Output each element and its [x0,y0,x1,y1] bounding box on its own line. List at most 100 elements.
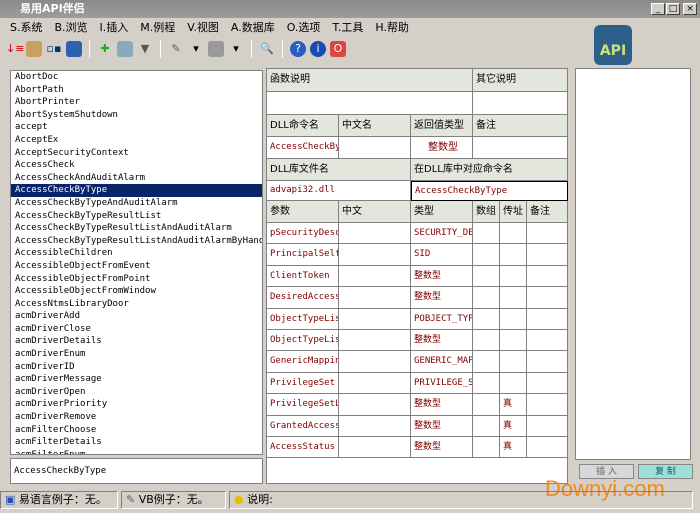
list-item[interactable]: AbortPrinter [11,96,262,109]
dropdown-icon[interactable]: ▾ [228,41,244,57]
param-array[interactable] [473,308,500,330]
other-desc-field[interactable] [473,92,568,115]
dll-cmd-field[interactable]: AccessCheckByType [267,137,339,159]
list-item[interactable]: AcceptSecurityContext [11,147,262,160]
param-cn[interactable] [339,330,411,352]
param-byref[interactable]: 真 [500,437,527,459]
param-note[interactable] [527,330,568,352]
param-type[interactable]: 整数型 [411,330,473,352]
list-item[interactable]: AccessCheckAndAuditAlarm [11,172,262,185]
param-type[interactable]: 整数型 [411,287,473,309]
param-byref[interactable] [500,223,527,245]
filter-icon[interactable]: ▼ [137,41,153,57]
param-note[interactable] [527,265,568,288]
param-cn[interactable] [339,244,411,266]
list-item[interactable]: AccessNtmsLibraryDoor [11,298,262,311]
info-icon[interactable]: i [310,41,326,57]
pattern-icon[interactable] [208,41,224,57]
param-note[interactable] [527,415,568,437]
list-item[interactable]: AccessCheckByType [11,184,262,197]
list-item[interactable]: acmDriverID [11,361,262,374]
param-cn[interactable] [339,394,411,416]
list-item[interactable]: AbortDoc [11,71,262,84]
param-array[interactable] [473,415,500,437]
param-note[interactable] [527,244,568,266]
menu-item[interactable]: S.系统 [10,19,42,36]
vb-icon[interactable]: ✎ [168,41,184,57]
list-item[interactable]: AccessCheckByTypeResultListAndAuditAlarm [11,222,262,235]
maximize-button[interactable]: □ [666,3,680,15]
param-byref[interactable] [500,265,527,288]
list-item[interactable]: AccessibleChildren [11,247,262,260]
param-array[interactable] [473,265,500,288]
list-item[interactable]: accept [11,121,262,134]
list-item[interactable]: AccessibleObjectFromWindow [11,285,262,298]
menu-item[interactable]: O.选项 [287,19,321,36]
dll-file-field[interactable]: advapi32.dll [267,181,411,201]
list-item[interactable]: AccessCheckByTypeResultListAndAuditAlarm… [11,235,262,248]
tree-icon[interactable]: ▫▪ [46,41,62,57]
param-byref[interactable] [500,308,527,330]
param-type[interactable]: GENERIC_MAPPING [411,351,473,373]
add-icon[interactable]: ✚ [97,41,113,57]
param-array[interactable] [473,287,500,309]
param-type[interactable]: 整数型 [411,415,473,437]
book-icon[interactable] [26,41,42,57]
database-icon[interactable] [66,41,82,57]
list-item[interactable]: acmFilterEnum [11,449,262,454]
param-name[interactable]: PrincipalSelfSid [267,244,339,266]
param-byref[interactable] [500,372,527,395]
param-note[interactable] [527,308,568,330]
menu-item[interactable]: A.数据库 [231,19,275,36]
param-note[interactable] [527,287,568,309]
param-cn[interactable] [339,223,411,245]
param-name[interactable]: GenericMapping [267,351,339,373]
param-name[interactable]: AccessStatus [267,437,339,459]
param-note[interactable] [527,394,568,416]
dropdown-icon[interactable]: ▾ [188,41,204,57]
menu-item[interactable]: I.插入 [100,19,129,36]
param-byref[interactable] [500,287,527,309]
param-array[interactable] [473,372,500,395]
sort-icon[interactable]: ↓≡ [6,41,24,57]
help-icon[interactable]: ? [290,41,306,57]
param-cn[interactable] [339,308,411,330]
param-note[interactable] [527,223,568,245]
return-type-field[interactable]: 整数型 [411,137,473,159]
list-item[interactable]: acmDriverPriority [11,398,262,411]
param-name[interactable]: PrivilegeSetLength [267,394,339,416]
search-icon[interactable]: 🔍 [259,41,275,57]
note-field[interactable] [473,137,568,159]
param-name[interactable]: GrantedAccess [267,415,339,437]
list-item[interactable]: acmDriverAdd [11,310,262,323]
param-byref[interactable]: 真 [500,415,527,437]
list-item[interactable]: acmDriverRemove [11,411,262,424]
list-item[interactable]: AccessibleObjectFromPoint [11,273,262,286]
param-name[interactable]: PrivilegeSet [267,372,339,395]
list-item[interactable]: AccessCheck [11,159,262,172]
list-item[interactable]: AbortSystemShutdown [11,109,262,122]
param-array[interactable] [473,394,500,416]
param-name[interactable]: pSecurityDescriptor [267,223,339,245]
param-name[interactable]: ClientToken [267,265,339,288]
list-item[interactable]: acmDriverEnum [11,348,262,361]
param-cn[interactable] [339,437,411,459]
param-type[interactable]: SID [411,244,473,266]
list-item[interactable]: AccessCheckByTypeAndAuditAlarm [11,197,262,210]
param-note[interactable] [527,437,568,459]
filter-input[interactable]: AccessCheckByType [10,458,263,484]
menu-item[interactable]: B.浏览 [54,19,87,36]
param-byref[interactable]: 真 [500,394,527,416]
exit-icon[interactable]: O [330,41,346,57]
param-array[interactable] [473,244,500,266]
param-note[interactable] [527,372,568,395]
param-type[interactable]: 整数型 [411,394,473,416]
copy-icon[interactable] [117,41,133,57]
param-note[interactable] [527,351,568,373]
list-item[interactable]: acmDriverMessage [11,373,262,386]
code-preview[interactable] [575,68,691,460]
param-byref[interactable] [500,351,527,373]
list-item[interactable]: AccessibleObjectFromEvent [11,260,262,273]
param-type[interactable]: PRIVILEGE_SET [411,372,473,395]
param-cn[interactable] [339,372,411,395]
